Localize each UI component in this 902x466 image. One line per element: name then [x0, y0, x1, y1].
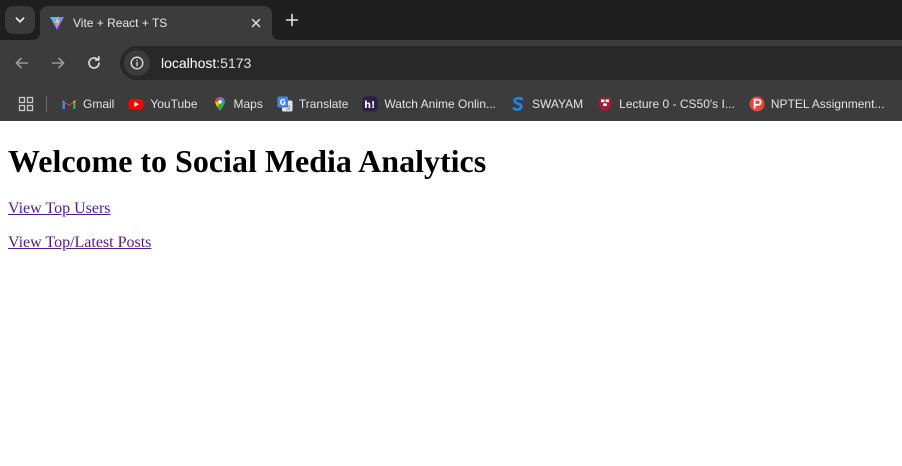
- arrow-left-icon: [15, 57, 29, 69]
- reload-icon: [88, 56, 100, 69]
- top-posts-paragraph: View Top/Latest Posts: [8, 234, 894, 252]
- info-icon: [130, 56, 144, 70]
- plus-icon: [285, 13, 299, 27]
- address-bar[interactable]: localhost:5173: [120, 46, 902, 80]
- translate-icon: G 文: [277, 96, 293, 112]
- bookmark-swayam[interactable]: SWAYAM: [510, 92, 583, 116]
- bookmark-label: YouTube: [150, 96, 198, 111]
- bookmark-label: Translate: [298, 96, 349, 111]
- bookmark-youtube[interactable]: YouTube: [128, 92, 198, 116]
- active-tab[interactable]: Vite + React + TS: [32, 6, 280, 40]
- svg-text:h!: h!: [365, 99, 376, 110]
- bookmark-nptel[interactable]: NPTEL Assignment...: [749, 92, 885, 116]
- view-top-latest-posts-link[interactable]: View Top/Latest Posts: [8, 234, 151, 251]
- bookmarks-bar: Gmail YouTube Maps G 文 Translate h! Watc…: [0, 86, 902, 121]
- swayam-icon: [512, 96, 524, 111]
- bookmark-translate[interactable]: G 文 Translate: [277, 92, 349, 116]
- bookmarks-divider: [46, 95, 47, 112]
- site-info-button[interactable]: [124, 50, 150, 76]
- hianime-icon: h!: [362, 96, 378, 111]
- bookmark-label: NPTEL Assignment...: [770, 96, 885, 111]
- bookmark-label: Maps: [233, 96, 263, 111]
- forward-button[interactable]: [46, 51, 70, 75]
- view-top-users-link[interactable]: View Top Users: [8, 200, 111, 217]
- page-content: Welcome to Social Media Analytics View T…: [0, 121, 902, 466]
- bookmark-label: Watch Anime Onlin...: [384, 96, 497, 111]
- youtube-icon: [128, 98, 144, 109]
- page-title: Welcome to Social Media Analytics: [8, 143, 487, 179]
- apps-grid-icon[interactable]: [18, 96, 34, 112]
- url-text: localhost:5173: [161, 55, 251, 71]
- maps-icon: [214, 96, 225, 111]
- gmail-icon: [62, 99, 76, 109]
- tab-close-button[interactable]: [248, 15, 264, 31]
- bookmark-label: Lecture 0 - CS50's I...: [619, 96, 735, 111]
- url-host: localhost: [161, 55, 217, 71]
- chevron-down-icon: [15, 17, 25, 23]
- nptel-icon: [749, 96, 765, 111]
- new-tab-button[interactable]: [280, 8, 304, 32]
- svg-text:文: 文: [286, 104, 292, 112]
- tab-title: Vite + React + TS: [73, 16, 168, 30]
- bookmark-label: Gmail: [83, 96, 115, 111]
- close-icon: [251, 18, 261, 28]
- back-button[interactable]: [10, 51, 34, 75]
- bookmark-gmail[interactable]: Gmail: [61, 92, 114, 116]
- top-users-paragraph: View Top Users: [8, 200, 894, 218]
- bookmark-maps[interactable]: Maps: [212, 92, 263, 116]
- arrow-right-icon: [51, 57, 65, 69]
- reload-button[interactable]: [82, 51, 106, 75]
- browser-toolbar: localhost:5173: [0, 40, 902, 86]
- vite-logo-icon: [50, 16, 64, 30]
- tab-strip: Vite + React + TS: [0, 0, 902, 40]
- bookmark-watch-anime[interactable]: h! Watch Anime Onlin...: [362, 92, 496, 116]
- harvard-icon: [599, 97, 612, 111]
- url-port: :5173: [216, 55, 252, 71]
- tab-search-button[interactable]: [5, 6, 35, 34]
- bookmark-cs50-lecture[interactable]: Lecture 0 - CS50's I...: [597, 92, 735, 116]
- bookmark-label: SWAYAM: [532, 96, 584, 111]
